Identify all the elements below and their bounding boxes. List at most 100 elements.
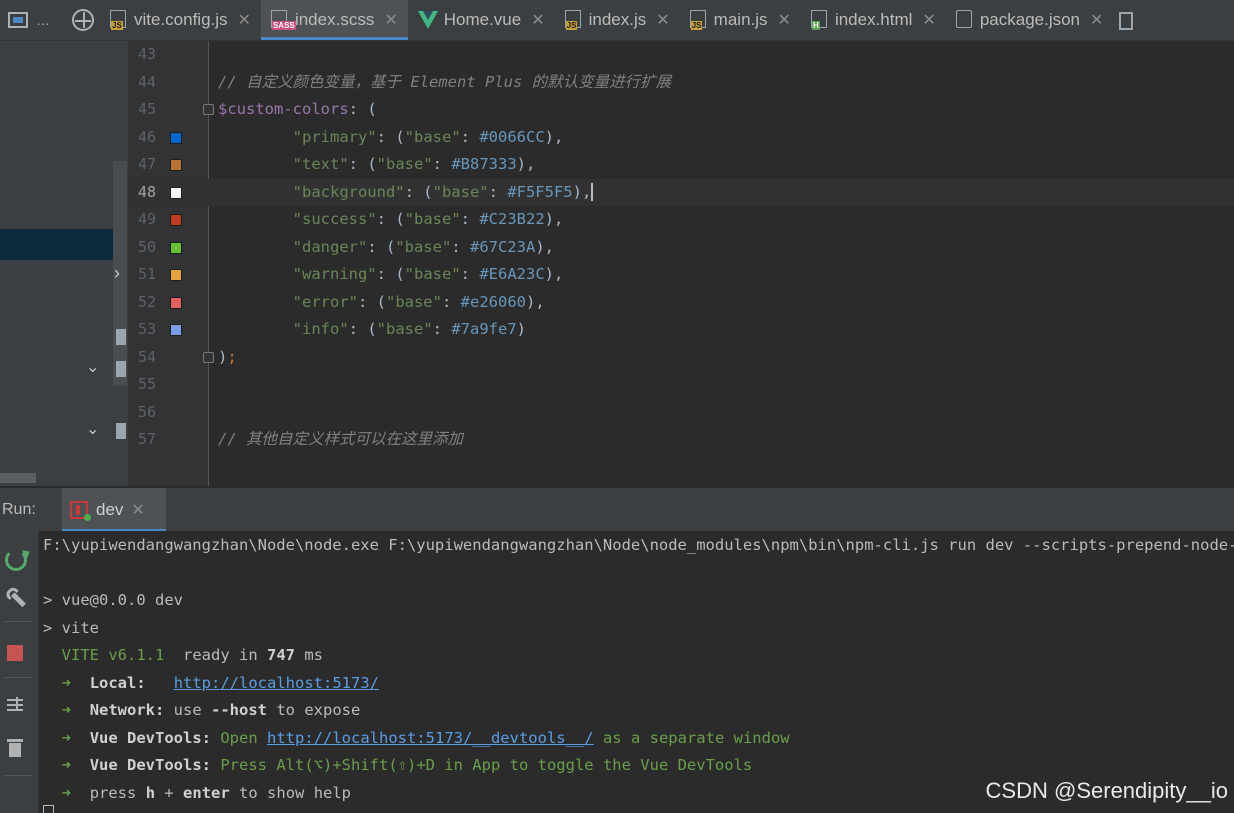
scroll-to-end-icon[interactable]	[5, 695, 27, 717]
toolbar-separator	[4, 775, 32, 776]
devtools-label: Vue DevTools:	[89, 729, 212, 747]
code-text: );	[218, 344, 237, 372]
local-url-link[interactable]: http://localhost:5173/	[174, 674, 379, 692]
wrench-icon[interactable]	[0, 582, 31, 613]
close-icon[interactable]: ✕	[922, 10, 935, 30]
close-icon[interactable]: ✕	[778, 10, 791, 30]
code-line[interactable]: 43	[128, 41, 1234, 69]
color-swatch[interactable]	[170, 324, 182, 336]
project-view-icon[interactable]	[8, 12, 28, 28]
code-line[interactable]: 53 "info": ("base": #7a9fe7)	[128, 316, 1234, 344]
code-editor[interactable]: 43 44 // 自定义颜色变量，基于 Element Plus 的默认变量进行扩展…	[128, 41, 1234, 486]
stop-icon[interactable]	[7, 645, 23, 661]
project-tree-selected-row[interactable]	[0, 229, 113, 260]
line-number: 55	[137, 375, 156, 393]
js-file-icon: JS	[689, 10, 708, 30]
scss-variable: $custom-colors	[218, 100, 349, 118]
console-line: > vue@0.0.0 dev	[43, 591, 183, 609]
close-icon[interactable]: ✕	[656, 10, 669, 30]
close-icon[interactable]: ✕	[531, 10, 544, 30]
run-toolbar	[0, 531, 39, 813]
tab-label: vite.config.js	[134, 10, 228, 29]
code-text: // 其他自定义样式可以在这里添加	[218, 426, 463, 454]
tab-package-json[interactable]: package.json ✕	[946, 0, 1114, 40]
console-local: ➜ Local: http://localhost:5173/	[43, 670, 379, 698]
tab-index-html[interactable]: Hindex.html ✕	[801, 0, 946, 40]
local-label: Local:	[89, 674, 146, 692]
color-swatch[interactable]	[170, 131, 182, 144]
console-text: press	[89, 784, 146, 802]
tab-vite-config-js[interactable]: JS vite.config.js ✕	[100, 0, 261, 40]
close-icon[interactable]: ✕	[384, 10, 397, 30]
close-icon[interactable]: ✕	[1090, 10, 1103, 30]
color-swatch[interactable]	[170, 269, 182, 281]
tab-main-js[interactable]: JS main.js ✕	[680, 0, 801, 40]
color-swatch[interactable]	[170, 159, 182, 171]
color-key: "info"	[292, 320, 349, 338]
line-number: 50	[137, 237, 156, 256]
folder-icon	[116, 361, 126, 377]
code-line[interactable]: 44 // 自定义颜色变量，基于 Element Plus 的默认变量进行扩展	[128, 69, 1234, 97]
chevron-down-icon[interactable]: ⌄	[86, 419, 99, 439]
code-punctuation: ),	[544, 127, 564, 146]
code-punctuation: ),	[544, 265, 564, 283]
code-line[interactable]: 51 "warning": ("base": #E6A23C),	[128, 261, 1234, 289]
folder-icon	[116, 329, 126, 345]
html-file-icon: H	[810, 10, 829, 30]
code-line[interactable]: 52 "error": ("base": #e26060),	[128, 289, 1234, 317]
close-icon[interactable]: ✕	[131, 500, 144, 520]
trash-icon[interactable]	[5, 737, 27, 759]
color-swatch[interactable]	[170, 241, 182, 254]
fold-marker-icon[interactable]	[203, 104, 214, 115]
console-network: ➜ Network: use --host to expose	[43, 697, 361, 725]
console-help: ➜ press h + enter to show help	[43, 780, 351, 808]
devtools-url-link[interactable]: http://localhost:5173/__devtools__/	[267, 729, 594, 747]
rerun-icon[interactable]	[5, 549, 27, 571]
code-punctuation: ),	[525, 292, 545, 311]
tab-overflow-icon[interactable]	[1113, 0, 1134, 40]
project-view-dropdown[interactable]: …	[36, 12, 50, 28]
base-key: "base"	[385, 292, 442, 311]
console-input-cursor[interactable]	[43, 805, 54, 813]
close-icon[interactable]: ✕	[238, 10, 251, 30]
vite-version: VITE v6.1.1	[61, 646, 165, 664]
code-line[interactable]: 56	[128, 399, 1234, 427]
js-file-icon: JS	[110, 10, 128, 30]
locate-file-icon[interactable]	[72, 9, 94, 31]
run-tab-dev[interactable]: dev ✕	[62, 488, 166, 532]
code-punctuation: )	[516, 320, 526, 338]
code-punctuation: : (	[376, 210, 405, 228]
chevron-right-icon[interactable]: ›	[114, 263, 120, 284]
code-line[interactable]: 55	[128, 371, 1234, 399]
line-number: 54	[137, 347, 156, 366]
base-key: "base"	[395, 237, 452, 256]
code-line[interactable]: 46 "primary": ("base": #0066CC),	[128, 124, 1234, 152]
console-text: to show help	[229, 784, 352, 802]
color-swatch[interactable]	[170, 214, 182, 226]
code-line[interactable]: 54);	[128, 344, 1234, 372]
arrow-icon: ➜	[61, 701, 72, 719]
console-text: to expose	[267, 701, 361, 719]
color-swatch[interactable]	[170, 296, 182, 309]
code-line[interactable]: 49 "success": ("base": #C23B22),	[128, 206, 1234, 234]
console-text: ms	[294, 646, 323, 664]
chevron-down-icon[interactable]: ⌄	[86, 357, 99, 377]
code-text: "danger": ("base": #67C23A),	[218, 234, 554, 262]
tab-home-vue[interactable]: Home.vue ✕	[408, 0, 555, 40]
tab-index-scss[interactable]: SASS index.scss ✕	[260, 0, 408, 40]
color-swatch[interactable]	[170, 186, 182, 199]
run-console[interactable]: F:\yupiwendangwangzhan\Node\node.exe F:\…	[39, 531, 1234, 813]
code-line[interactable]: 57 // 其他自定义样式可以在这里添加	[128, 426, 1234, 454]
code-punctuation: )	[218, 347, 228, 366]
code-line[interactable]: 47 "text": ("base": #B87333),	[128, 151, 1234, 179]
fold-marker-icon[interactable]	[203, 351, 214, 363]
console-vite-ready: VITE v6.1.1 ready in 747 ms	[43, 642, 323, 670]
line-number: 53	[137, 320, 156, 338]
code-line[interactable]: 48 "background": ("base": #F5F5F5),	[128, 178, 1234, 206]
code-line[interactable]: 50 "danger": ("base": #67C23A),	[128, 234, 1234, 262]
tab-index-js[interactable]: JS index.js ✕	[555, 0, 680, 40]
color-key: "warning"	[292, 265, 377, 283]
project-panel-hscrollbar[interactable]	[0, 473, 36, 483]
code-line[interactable]: 45 $custom-colors: (	[128, 96, 1234, 124]
